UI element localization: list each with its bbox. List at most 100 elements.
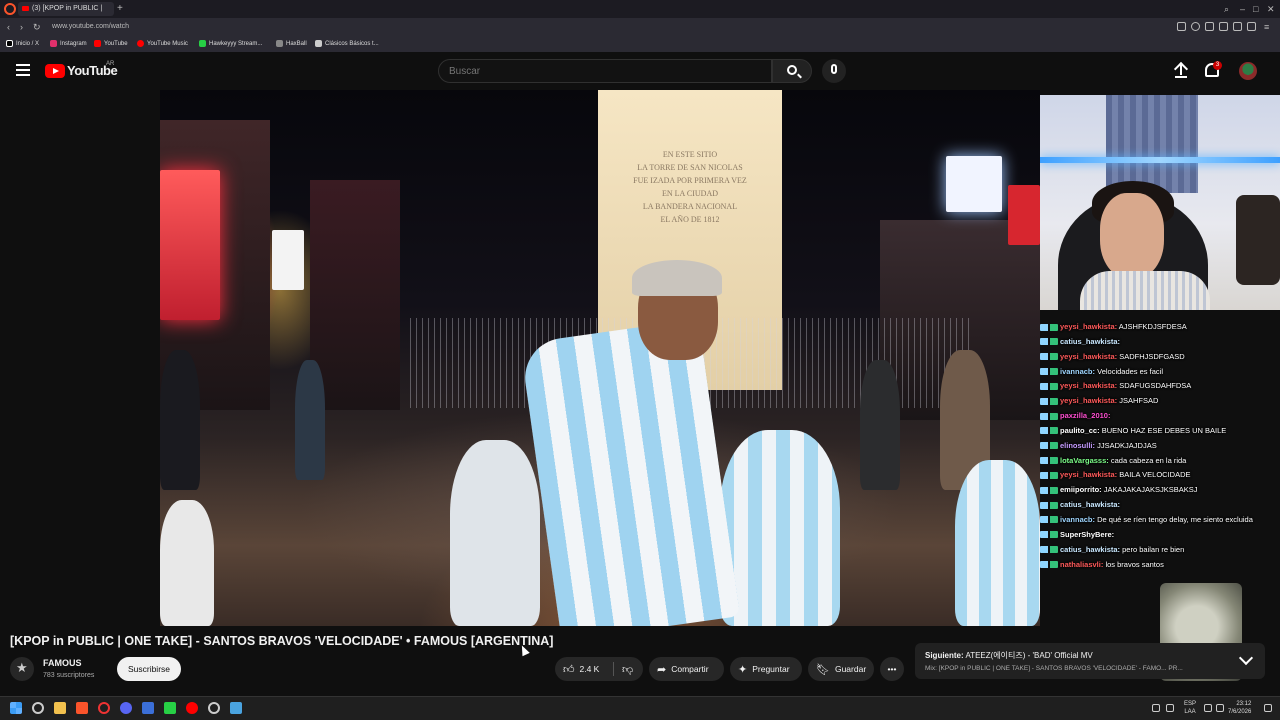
- chat-username: yeysi_hawkista:: [1060, 381, 1118, 391]
- seated-dancer-left: [450, 440, 540, 626]
- taskbar-clock[interactable]: 23:12 7/6/2026: [1228, 700, 1251, 716]
- favorites-icon[interactable]: [1205, 22, 1214, 31]
- network-icon[interactable]: [1166, 704, 1174, 712]
- more-actions-button[interactable]: •••: [880, 657, 904, 681]
- mid-left-building: [310, 180, 400, 410]
- microphone-icon: [831, 64, 837, 74]
- save-button[interactable]: 🔖︎ Guardar: [808, 657, 874, 681]
- channel-avatar[interactable]: [10, 657, 34, 681]
- chat-badge-icon: [1040, 368, 1058, 376]
- chat-message: SuperShyBere:: [1040, 528, 1280, 543]
- share-button[interactable]: ➦ Compartir: [649, 657, 724, 681]
- windows-start-icon[interactable]: [10, 702, 22, 714]
- reload-button[interactable]: ↻: [33, 20, 41, 34]
- tray-chevron-icon[interactable]: [1152, 704, 1160, 712]
- youtube-header: YouTube AR 3: [0, 52, 1280, 90]
- back-button[interactable]: ‹: [7, 20, 10, 34]
- like-button[interactable]: 👍︎ 2.4 K: [555, 657, 613, 681]
- next-up-bar[interactable]: Siguiente: ATEEZ(에이티즈) - 'BAD' Official …: [915, 643, 1265, 679]
- search-icon[interactable]: [32, 702, 44, 714]
- notepad-icon[interactable]: [230, 702, 242, 714]
- notification-count-badge: 3: [1213, 61, 1222, 70]
- next-up-title: Siguiente: ATEEZ(에이티즈) - 'BAD' Official …: [925, 651, 1093, 660]
- bookmark-youtube-music[interactable]: YouTube Music: [137, 38, 188, 50]
- new-tab-button[interactable]: +: [117, 2, 123, 16]
- browser-menu-icon[interactable]: ≡: [1264, 20, 1269, 34]
- language-indicator[interactable]: ESP LAA: [1184, 700, 1196, 716]
- chat-username: catius_hawkista:: [1060, 336, 1121, 346]
- chat-text: Velocidades es facil: [1097, 366, 1163, 376]
- opera-icon[interactable]: [98, 702, 110, 714]
- curtain: [1106, 95, 1198, 193]
- bookmark-hawkeyyy-stream[interactable]: Hawkeyyy Stream...: [199, 38, 262, 50]
- chat-message: paxzilla_2010:: [1040, 409, 1280, 424]
- youtube-app-icon[interactable]: [186, 702, 198, 714]
- share-arrow-icon: ➦: [657, 663, 667, 676]
- url-field[interactable]: www.youtube.com/watch: [52, 20, 129, 34]
- address-bar-row: ‹ › ↻ www.youtube.com/watch ≡: [0, 18, 1280, 36]
- brave-browser-icon[interactable]: [76, 702, 88, 714]
- windows-taskbar: ESP LAA 23:12 7/6/2026: [0, 696, 1280, 720]
- chat-badge-icon: [1040, 531, 1058, 539]
- chat-text: BAILA VELOCIDADE: [1119, 470, 1191, 480]
- browser-tab-youtube[interactable]: (3) [KPOP in PUBLIC |: [18, 2, 114, 16]
- chat-username: ivannacb:: [1060, 514, 1096, 524]
- account-avatar[interactable]: [1239, 62, 1257, 80]
- voice-search-button[interactable]: [822, 59, 846, 83]
- dislike-button[interactable]: 👎︎: [614, 657, 643, 681]
- monument-inscription: EN ESTE SITIO LA TORRE DE SAN NICOLAS FU…: [633, 150, 747, 224]
- minimize-button[interactable]: –: [1240, 2, 1245, 16]
- chat-username: lotaVargasss:: [1060, 455, 1109, 465]
- next-up-mix: Mix: [KPOP in PUBLIC | ONE TAKE] - SANTO…: [925, 665, 1183, 672]
- chat-badge-icon: [1040, 427, 1058, 435]
- dancer-right-edge: [955, 460, 1040, 626]
- wallet-icon[interactable]: [1233, 22, 1242, 31]
- leo-icon[interactable]: [1247, 22, 1256, 31]
- maximize-button[interactable]: □: [1253, 2, 1258, 16]
- bookmarks-bar: Inicio / X Instagram YouTube YouTube Mus…: [0, 36, 1280, 52]
- chat-username: yeysi_hawkista:: [1060, 322, 1118, 331]
- tab-title: (3) [KPOP in PUBLIC |: [32, 5, 103, 12]
- pedestrian: [860, 360, 900, 490]
- chat-badge-icon: [1040, 457, 1058, 465]
- search-input[interactable]: [438, 59, 772, 83]
- upload-icon[interactable]: [1174, 63, 1188, 79]
- file-explorer-icon[interactable]: [54, 702, 66, 714]
- chat-badge-icon: [1040, 442, 1058, 450]
- search-tabs-icon[interactable]: ⌕: [1224, 2, 1229, 16]
- brave-shields-icon[interactable]: [1191, 22, 1200, 31]
- youtube-icon: [94, 39, 101, 47]
- kick-app-icon[interactable]: [164, 702, 176, 714]
- notification-center-icon[interactable]: [1264, 704, 1272, 712]
- video-player[interactable]: EN ESTE SITIO LA TORRE DE SAN NICOLAS FU…: [160, 90, 1040, 626]
- wifi-icon[interactable]: [1204, 704, 1212, 712]
- app-icon[interactable]: [142, 702, 154, 714]
- chevron-down-icon[interactable]: [1238, 650, 1254, 666]
- bookmark-haxball[interactable]: HaxBall: [276, 38, 307, 50]
- chat-username: yeysi_hawkista:: [1060, 396, 1118, 406]
- chat-message: yeysi_hawkista: AJSHFKDJSFDESA: [1040, 320, 1280, 335]
- settings-icon[interactable]: [208, 702, 220, 714]
- brave-logo-icon[interactable]: [4, 3, 16, 15]
- chat-badge-icon: [1040, 382, 1058, 390]
- subscribe-button[interactable]: Suscribirse: [117, 657, 181, 681]
- volume-icon[interactable]: [1216, 704, 1224, 712]
- chat-username: ivannacb:: [1060, 366, 1096, 376]
- white-billboard: [272, 230, 304, 290]
- chat-text: JAKAJAKAJAKSJKSBAKSJ: [1103, 485, 1198, 495]
- ask-button[interactable]: ✦ Preguntar: [730, 657, 802, 681]
- bookmark-x[interactable]: Inicio / X: [6, 38, 39, 50]
- chat-text: los bravos santos: [1105, 559, 1164, 569]
- seated-dancer-right: [720, 430, 840, 626]
- bookmark-page-icon[interactable]: [1177, 22, 1186, 31]
- bookmark-youtube[interactable]: YouTube: [94, 38, 128, 50]
- close-window-button[interactable]: ✕: [1267, 2, 1275, 16]
- extension-icon[interactable]: [1219, 22, 1228, 31]
- bookmark-instagram[interactable]: Instagram: [50, 38, 87, 50]
- discord-icon[interactable]: [120, 702, 132, 714]
- channel-name[interactable]: FAMOUS: [43, 658, 82, 668]
- bookmark-clasicos[interactable]: Clásicos Básicos t...: [315, 38, 379, 50]
- forward-button[interactable]: ›: [20, 20, 23, 34]
- search-button[interactable]: [772, 59, 812, 83]
- hamburger-menu-icon[interactable]: [16, 64, 30, 76]
